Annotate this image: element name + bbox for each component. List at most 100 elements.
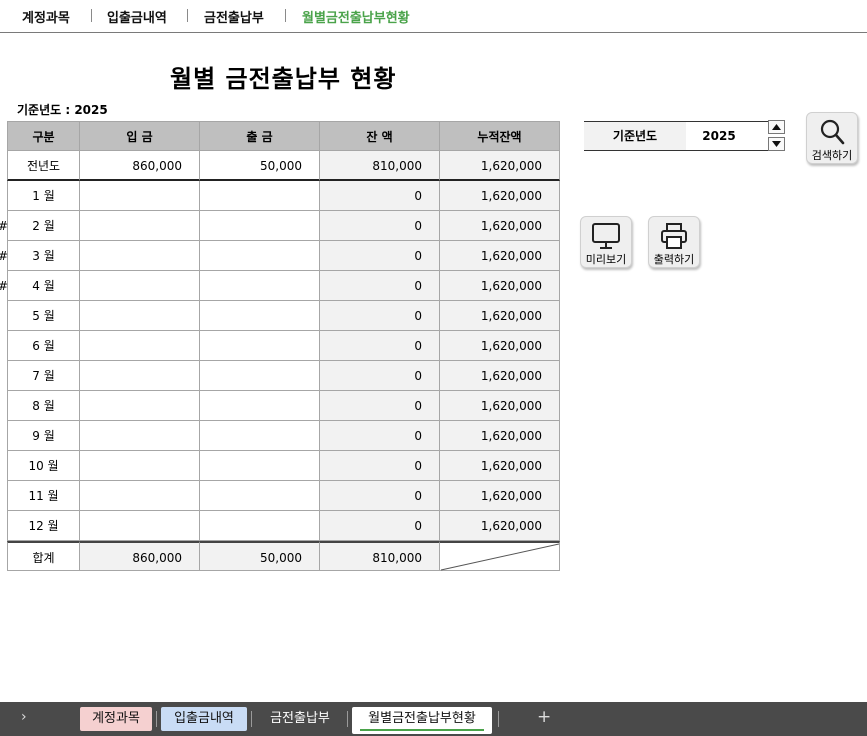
withdraw-cell[interactable] [200, 391, 320, 421]
row-label[interactable]: 전년도 [7, 151, 80, 181]
total-deposit[interactable]: 860,000 [80, 541, 200, 571]
deposit-cell[interactable] [80, 181, 200, 211]
cumulative-cell[interactable]: 1,620,000 [440, 331, 560, 361]
balance-cell[interactable]: 0 [320, 211, 440, 241]
month-label[interactable]: 1 월 [7, 181, 80, 211]
header-cumulative: 누적잔액 [440, 121, 560, 151]
withdraw-cell[interactable] [200, 271, 320, 301]
sheet-tab-transactions[interactable]: 입출금내역 [161, 707, 247, 731]
overflow-marker: # [0, 211, 8, 241]
deposit-cell[interactable] [80, 271, 200, 301]
balance-cell[interactable]: 0 [320, 421, 440, 451]
cumulative-cell[interactable]: 1,620,000 [440, 361, 560, 391]
cumulative-cell[interactable]: 1,620,000 [440, 151, 560, 181]
month-label[interactable]: 11 월 [7, 481, 80, 511]
sheet-tab-account-items[interactable]: 계정과목 [80, 707, 152, 731]
year-spin-up-button[interactable] [768, 120, 785, 134]
header-withdraw: 출 금 [200, 121, 320, 151]
balance-cell[interactable]: 810,000 [320, 151, 440, 181]
balance-cell[interactable]: 0 [320, 481, 440, 511]
deposit-cell[interactable] [80, 241, 200, 271]
deposit-cell[interactable] [80, 331, 200, 361]
balance-cell[interactable]: 0 [320, 241, 440, 271]
table-row: 10 월 0 1,620,000 [7, 451, 560, 481]
balance-cell[interactable]: 0 [320, 181, 440, 211]
total-label[interactable]: 합계 [7, 541, 80, 571]
nav-transactions[interactable]: 입출금내역 [107, 7, 167, 26]
nav-cashbook[interactable]: 금전출납부 [204, 7, 264, 26]
cumulative-cell[interactable]: 1,620,000 [440, 181, 560, 211]
sheet-tab-monthly-label: 월별금전출납부현황 [368, 711, 476, 726]
balance-cell[interactable]: 0 [320, 361, 440, 391]
withdraw-cell[interactable] [200, 481, 320, 511]
deposit-cell[interactable] [80, 421, 200, 451]
base-year-value[interactable]: 2025 [686, 122, 752, 150]
month-label[interactable]: 7 월 [7, 361, 80, 391]
year-spin-down-button[interactable] [768, 137, 785, 151]
withdraw-cell[interactable] [200, 361, 320, 391]
sheet-tab-cashbook[interactable]: 금전출납부 [257, 707, 343, 731]
month-label[interactable]: 3 월 [7, 241, 80, 271]
tab-separator [156, 711, 157, 727]
deposit-cell[interactable] [80, 451, 200, 481]
table-header-row: 구분 입 금 출 금 잔 액 누적잔액 [7, 121, 560, 151]
month-label[interactable]: 9 월 [7, 421, 80, 451]
withdraw-cell[interactable] [200, 451, 320, 481]
search-button[interactable]: 검색하기 [806, 112, 858, 164]
table-row: 9 월 0 1,620,000 [7, 421, 560, 451]
deposit-cell[interactable] [80, 301, 200, 331]
nav-account-items[interactable]: 계정과목 [22, 7, 70, 26]
cumulative-cell[interactable]: 1,620,000 [440, 421, 560, 451]
tab-separator [251, 711, 252, 727]
deposit-cell[interactable] [80, 211, 200, 241]
month-label[interactable]: 2 월 [7, 211, 80, 241]
nav-separator [91, 9, 92, 22]
cumulative-cell[interactable]: 1,620,000 [440, 301, 560, 331]
cumulative-cell[interactable]: 1,620,000 [440, 481, 560, 511]
add-sheet-icon[interactable]: + [537, 707, 551, 727]
total-cumulative-empty[interactable] [440, 541, 560, 571]
balance-cell[interactable]: 0 [320, 391, 440, 421]
withdraw-cell[interactable] [200, 301, 320, 331]
withdraw-cell[interactable] [200, 511, 320, 541]
table-row: 5 월 0 1,620,000 [7, 301, 560, 331]
balance-cell[interactable]: 0 [320, 451, 440, 481]
deposit-cell[interactable] [80, 481, 200, 511]
nav-separator [285, 9, 286, 22]
cumulative-cell[interactable]: 1,620,000 [440, 391, 560, 421]
chevron-right-icon[interactable]: › [21, 709, 27, 725]
table-row: 2 월 01,620,000 # [0, 211, 560, 241]
cumulative-cell[interactable]: 1,620,000 [440, 451, 560, 481]
total-balance[interactable]: 810,000 [320, 541, 440, 571]
tab-separator [347, 711, 348, 727]
withdraw-cell[interactable] [200, 421, 320, 451]
month-label[interactable]: 5 월 [7, 301, 80, 331]
deposit-cell[interactable] [80, 391, 200, 421]
month-label[interactable]: 10 월 [7, 451, 80, 481]
print-button[interactable]: 출력하기 [648, 216, 700, 268]
withdraw-cell[interactable]: 50,000 [200, 151, 320, 181]
balance-cell[interactable]: 0 [320, 331, 440, 361]
cumulative-cell[interactable]: 1,620,000 [440, 241, 560, 271]
withdraw-cell[interactable] [200, 241, 320, 271]
month-label[interactable]: 8 월 [7, 391, 80, 421]
nav-monthly-cashbook[interactable]: 월별금전출납부현황 [302, 7, 410, 26]
balance-cell[interactable]: 0 [320, 271, 440, 301]
cumulative-cell[interactable]: 1,620,000 [440, 271, 560, 301]
month-label[interactable]: 6 월 [7, 331, 80, 361]
total-withdraw[interactable]: 50,000 [200, 541, 320, 571]
preview-button[interactable]: 미리보기 [580, 216, 632, 268]
month-label[interactable]: 4 월 [7, 271, 80, 301]
cumulative-cell[interactable]: 1,620,000 [440, 211, 560, 241]
withdraw-cell[interactable] [200, 181, 320, 211]
deposit-cell[interactable] [80, 511, 200, 541]
withdraw-cell[interactable] [200, 331, 320, 361]
withdraw-cell[interactable] [200, 211, 320, 241]
month-label[interactable]: 12 월 [7, 511, 80, 541]
balance-cell[interactable]: 0 [320, 301, 440, 331]
balance-cell[interactable]: 0 [320, 511, 440, 541]
deposit-cell[interactable] [80, 361, 200, 391]
sheet-tab-monthly-cashbook[interactable]: 월별금전출납부현황 [352, 707, 492, 734]
cumulative-cell[interactable]: 1,620,000 [440, 511, 560, 541]
deposit-cell[interactable]: 860,000 [80, 151, 200, 181]
